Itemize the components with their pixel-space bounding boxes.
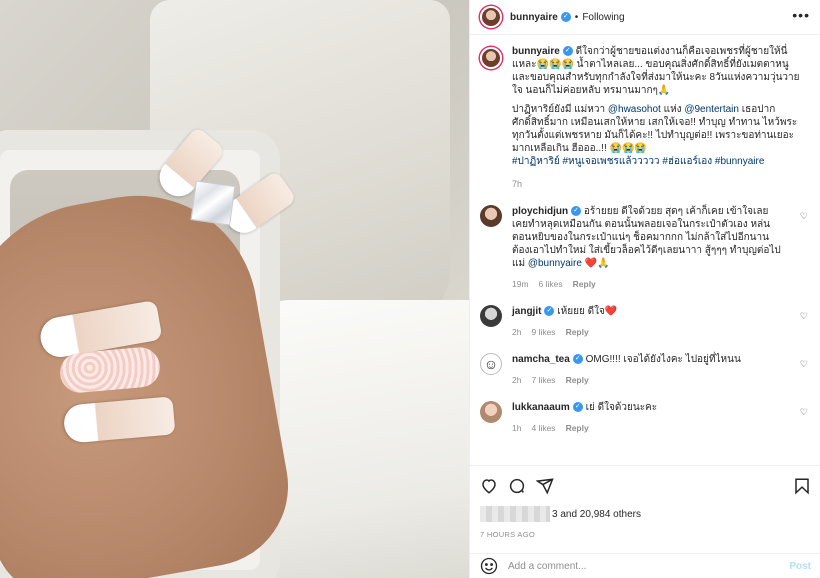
photo-boot-front	[250, 300, 469, 578]
comment-username[interactable]: lukkanaaum	[512, 402, 570, 413]
heart-icon[interactable]	[480, 477, 498, 495]
comment-time: 2h	[512, 375, 522, 385]
instagram-post-modal: bunnyaire ✓ • Following ••• bunnyaire ✓ ด…	[0, 0, 820, 578]
mention-link[interactable]: @9entertain	[684, 104, 739, 115]
caption-time: 7h	[512, 179, 523, 189]
comment-time: 19m	[512, 279, 529, 289]
reply-button[interactable]: Reply	[566, 423, 589, 433]
smiley-avatar[interactable]: ☺	[480, 353, 502, 375]
comment-likes[interactable]: 6 likes	[539, 279, 563, 289]
avatar[interactable]	[480, 401, 502, 423]
comment-item: ploychidjun ✓ อร้ายยย ดีใจด้วยย สุดๆ เค้า…	[480, 205, 810, 291]
mention-link[interactable]: @bunnyaire	[528, 258, 582, 269]
comment-item: ☺ namcha_tea ✓ OMG!!!! เจอได้ยังไงคะ ไปอย…	[480, 353, 810, 387]
comment-emoji: ❤️🙏	[584, 258, 610, 269]
add-comment-bar: Post	[470, 553, 820, 578]
mention-link[interactable]: @hwasohot	[608, 104, 661, 115]
author-username[interactable]: bunnyaire	[510, 12, 558, 23]
share-icon[interactable]	[536, 477, 554, 495]
likes-summary[interactable]: 3 and 20,984 others	[480, 506, 811, 522]
caption-text-2b: แห่ง	[660, 104, 685, 115]
reply-button[interactable]: Reply	[566, 375, 589, 385]
verified-icon: ✓	[572, 354, 583, 365]
more-icon[interactable]: •••	[792, 8, 810, 22]
post-actions: 3 and 20,984 others 7 HOURS AGO	[470, 465, 820, 547]
separator-dot: •	[574, 11, 579, 23]
comment-item: jangjit ✓ เห้ยยย ดีใจ❤️ 2h 9 likes Reply ♡	[480, 305, 810, 339]
verified-icon: ✓	[544, 306, 555, 317]
comments-feed[interactable]: bunnyaire ✓ ดีใจกว่าผู้ชายขอแต่งงานก็คือเ…	[470, 35, 820, 435]
comment-text: เย่ ดีใจด้วยนะคะ	[585, 402, 658, 413]
caption-username[interactable]: bunnyaire	[512, 46, 560, 57]
bookmark-icon[interactable]	[793, 477, 811, 495]
emoji-icon[interactable]	[480, 557, 498, 575]
verified-icon: ✓	[562, 46, 573, 57]
likes-count[interactable]: 3 and 20,984 others	[552, 509, 641, 520]
post-side-panel: bunnyaire ✓ • Following ••• bunnyaire ✓ ด…	[469, 0, 820, 578]
caption-text-2a: ปาฏิหาริย์ยังมี แม่หวา	[512, 104, 608, 115]
heart-icon[interactable]: ♡	[800, 359, 808, 370]
post-caption: bunnyaire ✓ ดีใจกว่าผู้ชายขอแต่งงานก็คือเ…	[480, 45, 810, 191]
comment-likes[interactable]: 9 likes	[531, 327, 555, 337]
reply-button[interactable]: Reply	[573, 279, 596, 289]
post-header: bunnyaire ✓ • Following •••	[470, 0, 820, 35]
comment-username[interactable]: jangjit	[512, 306, 541, 317]
blurred-likers	[480, 506, 550, 522]
reply-button[interactable]: Reply	[566, 327, 589, 337]
avatar[interactable]	[480, 305, 502, 327]
verified-icon: ✓	[571, 206, 582, 217]
avatar[interactable]	[480, 205, 502, 227]
comment-emoji: ❤️	[604, 306, 618, 317]
heart-icon[interactable]: ♡	[800, 211, 808, 222]
post-time-ago: 7 HOURS AGO	[480, 530, 535, 539]
heart-icon[interactable]: ♡	[800, 407, 808, 418]
avatar[interactable]	[480, 47, 502, 69]
comment-time: 2h	[512, 327, 522, 337]
photo-diamond	[190, 180, 236, 226]
comment-text: เห้ยยย ดีใจ	[557, 306, 605, 317]
verified-icon: ✓	[572, 402, 583, 413]
comment-username[interactable]: ploychidjun	[512, 206, 568, 217]
comment-likes[interactable]: 4 likes	[531, 423, 555, 433]
caption-hashtags[interactable]: #ปาฏิหาริย์ #หนูเจอเพชรแล้ววววว #ฮ่อแอร์…	[512, 155, 802, 168]
avatar[interactable]	[480, 6, 502, 28]
comment-username[interactable]: namcha_tea	[512, 354, 570, 365]
comment-item: lukkanaaum ✓ เย่ ดีใจด้วยนะคะ 1h 4 likes Re…	[480, 401, 810, 435]
heart-icon[interactable]: ♡	[800, 311, 808, 322]
post-button[interactable]: Post	[789, 561, 811, 572]
comment-icon[interactable]	[508, 477, 526, 495]
comment-input[interactable]	[508, 560, 790, 572]
comment-likes[interactable]: 7 likes	[531, 375, 555, 385]
following-button[interactable]: Following	[582, 12, 624, 23]
post-photo[interactable]	[0, 0, 469, 578]
verified-icon: ✓	[560, 12, 571, 22]
comment-time: 1h	[512, 423, 522, 433]
comment-text: OMG!!!! เจอได้ยังไงคะ ไปอยู่ที่ไหนน	[585, 354, 741, 365]
